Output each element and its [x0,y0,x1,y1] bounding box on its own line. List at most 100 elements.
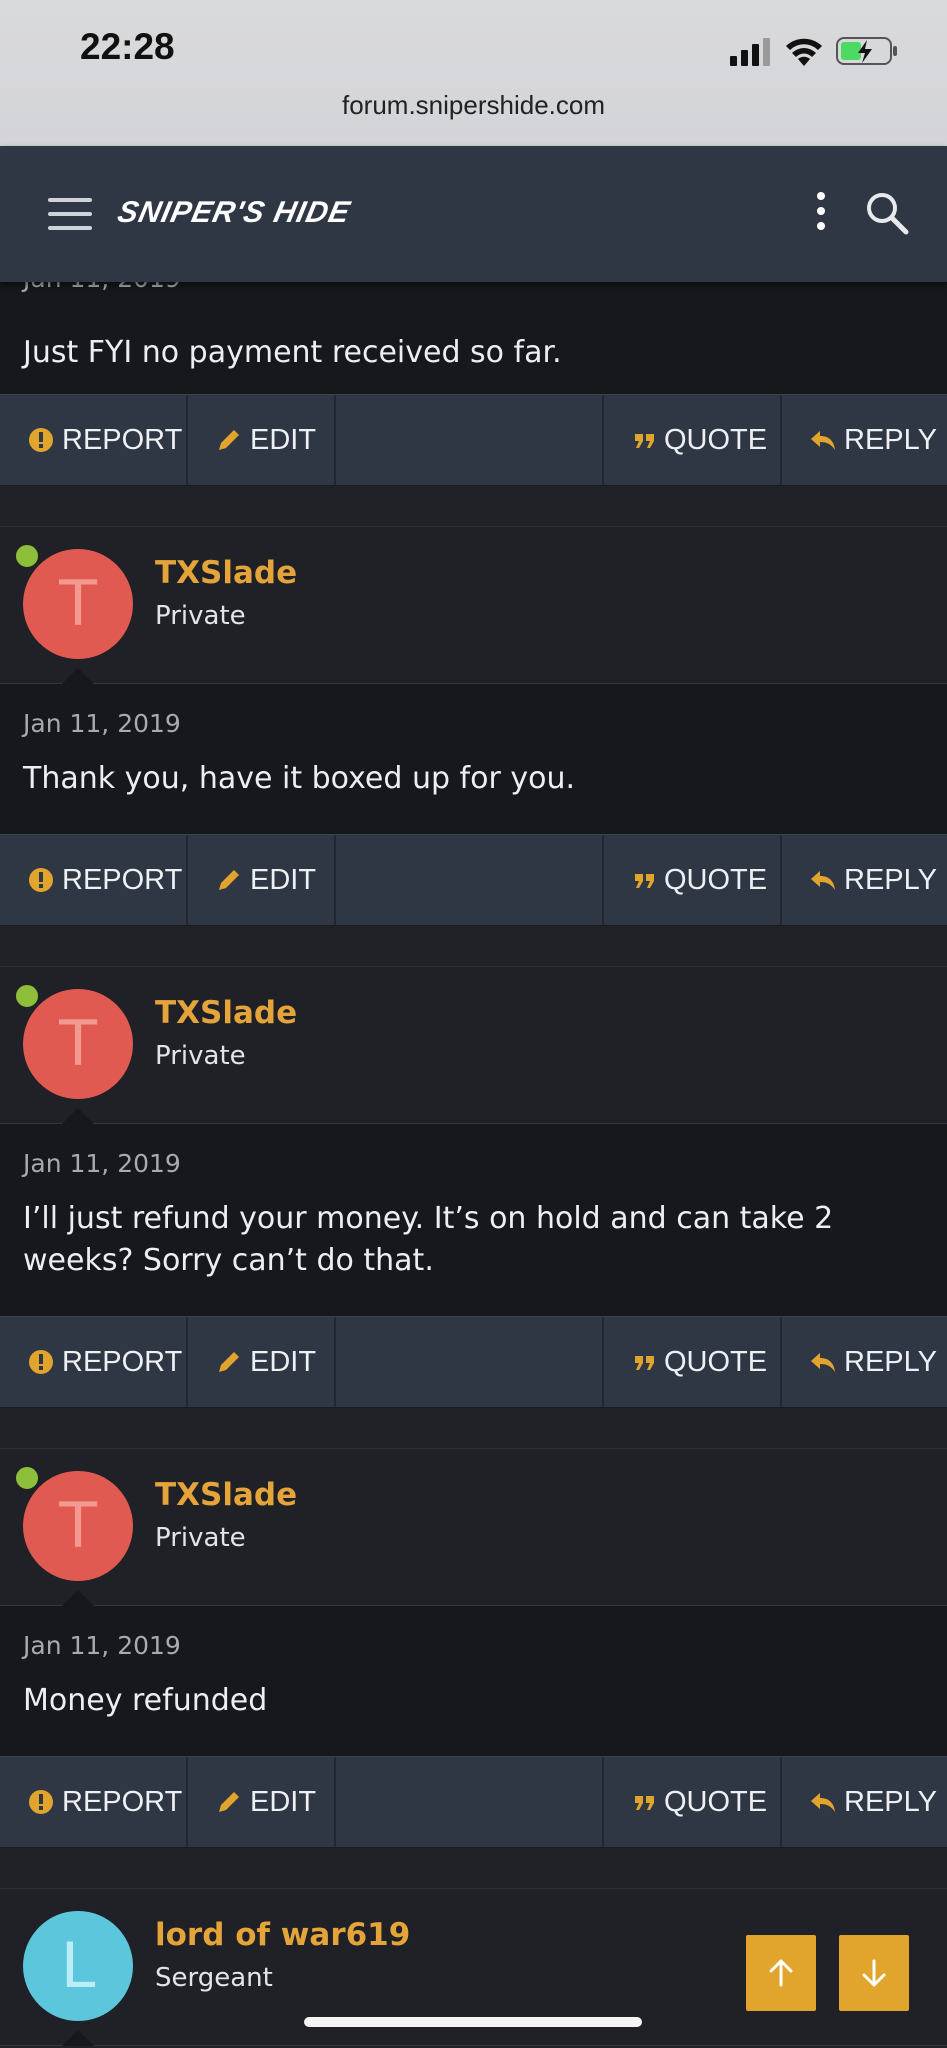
post-message: Money refunded [23,1683,268,1718]
report-label: REPORT [62,863,183,896]
post-author: T TXSlade Private [0,967,947,1124]
edit-button[interactable]: EDIT [190,395,336,485]
post-date: Jan 11, 2019 [23,709,181,738]
edit-button[interactable]: EDIT [190,1317,336,1407]
quote-button[interactable]: QUOTE [602,1757,782,1847]
post-actions: REPORT EDIT QUOTE REPLY [0,394,947,486]
post-author: T TXSlade Private [0,1449,947,1606]
author-pointer [62,668,94,684]
user-rank: Sergeant [155,1963,273,1993]
post-separator [0,926,947,967]
reply-icon [811,431,835,450]
site-logo[interactable]: SNIPER'S HIDE [114,196,354,230]
avatar[interactable]: L [23,1911,133,2021]
post-message: I’ll just refund your money. It’s on hol… [23,1201,834,1278]
pencil-icon [219,1792,239,1812]
warning-icon [29,1350,53,1374]
report-label: REPORT [62,423,183,456]
online-indicator-icon [14,1465,40,1491]
online-indicator-icon [14,983,40,1009]
post-date: Jan 11, 2019 [23,282,181,292]
post-actions: REPORT EDIT QUOTE REPLY [0,1316,947,1408]
reply-label: REPLY [844,863,937,896]
edit-label: EDIT [250,863,317,896]
username[interactable]: lord of war619 [155,1917,410,1953]
warning-icon [29,1790,53,1814]
reply-icon [811,871,835,890]
quote-button[interactable]: QUOTE [602,1317,782,1407]
site-header: SNIPER'S HIDE [0,146,947,282]
user-rank: Private [155,601,246,631]
reply-label: REPLY [844,1785,937,1818]
avatar[interactable]: T [23,549,133,659]
user-rank: Private [155,1523,246,1553]
post-separator [0,1408,947,1449]
scroll-bottom-button[interactable] [839,1935,909,2011]
pencil-icon [219,870,239,890]
address-bar-url[interactable]: forum.snipershide.com [0,90,947,121]
report-button[interactable]: REPORT [0,1757,188,1847]
post: T TXSlade Private Jan 11, 2019 I’ll just… [0,967,947,1449]
quote-label: QUOTE [664,863,768,896]
reply-button[interactable]: REPLY [784,1757,947,1847]
clock: 22:28 [80,26,175,67]
edit-button[interactable]: EDIT [190,835,336,925]
edit-label: EDIT [250,1345,317,1378]
edit-button[interactable]: EDIT [190,1757,336,1847]
warning-icon [29,868,53,892]
quote-label: QUOTE [664,1785,768,1818]
post-separator [0,486,947,527]
battery-charging-icon [836,37,897,65]
author-pointer [62,1590,94,1606]
reply-button[interactable]: REPLY [784,1317,947,1407]
quote-label: QUOTE [664,1345,768,1378]
report-button[interactable]: REPORT [0,395,188,485]
avatar[interactable]: T [23,1471,133,1581]
arrow-down-icon [862,1959,886,1987]
menu-icon[interactable] [48,198,92,230]
home-indicator[interactable] [304,2017,642,2027]
quote-button[interactable]: QUOTE [602,835,782,925]
user-rank: Private [155,1041,246,1071]
author-pointer [62,2030,94,2046]
post: T TXSlade Private Jan 11, 2019 Money ref… [0,1449,947,1889]
pencil-icon [219,1352,239,1372]
reply-icon [811,1353,835,1372]
report-button[interactable]: REPORT [0,1317,188,1407]
quote-icon [635,1796,654,1810]
reply-button[interactable]: REPLY [784,395,947,485]
post-actions: REPORT EDIT QUOTE REPLY [0,1756,947,1848]
username[interactable]: TXSlade [155,995,297,1031]
quote-button[interactable]: QUOTE [602,395,782,485]
edit-label: EDIT [250,423,317,456]
reply-button[interactable]: REPLY [784,835,947,925]
thread-posts: Jan 11, 2019 Just FYI no payment receive… [0,282,947,2046]
author-pointer [62,1108,94,1124]
avatar[interactable]: T [23,989,133,1099]
post-date: Jan 11, 2019 [23,1631,181,1660]
report-button[interactable]: REPORT [0,835,188,925]
post-author: T TXSlade Private [0,527,947,684]
search-icon[interactable] [864,190,910,236]
username[interactable]: TXSlade [155,1477,297,1513]
quote-icon [635,1356,654,1370]
report-label: REPORT [62,1345,183,1378]
post: Jan 11, 2019 Just FYI no payment receive… [0,282,947,527]
online-indicator-icon [14,543,40,569]
browser-status-bar: 22:28 forum.snipershide.com [0,0,947,146]
more-options-icon[interactable] [812,192,830,236]
pencil-icon [219,430,239,450]
post-separator [0,1848,947,1889]
post-message: Thank you, have it boxed up for you. [23,761,575,796]
warning-icon [29,428,53,452]
cell-signal-icon [730,38,770,66]
quote-icon [635,874,654,888]
reply-label: REPLY [844,1345,937,1378]
quote-label: QUOTE [664,423,768,456]
scroll-top-button[interactable] [746,1935,816,2011]
reply-icon [811,1793,835,1812]
username[interactable]: TXSlade [155,555,297,591]
post-actions: REPORT EDIT QUOTE REPLY [0,834,947,926]
post: T TXSlade Private Jan 11, 2019 Thank you… [0,527,947,967]
reply-label: REPLY [844,423,937,456]
